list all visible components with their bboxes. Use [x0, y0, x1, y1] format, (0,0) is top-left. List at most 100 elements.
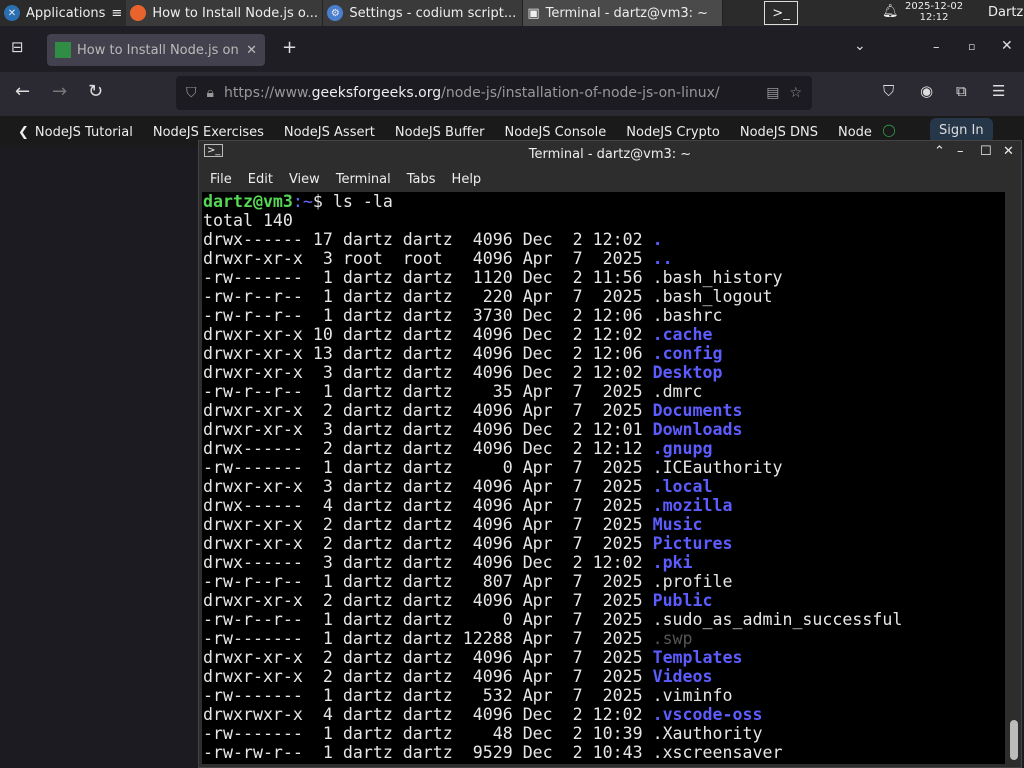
- gfg-favicon: [55, 42, 71, 58]
- listing-row: drwx------ 17 dartz dartz 4096 Dec 2 12:…: [203, 230, 663, 249]
- reader-icon[interactable]: ▤: [766, 85, 779, 101]
- extensions-icon[interactable]: ⧉: [956, 82, 967, 100]
- nav-link[interactable]: NodeJS Exercises: [153, 125, 264, 140]
- file-name: .local: [652, 477, 713, 496]
- menu-help[interactable]: Help: [452, 172, 482, 187]
- nav-link[interactable]: NodeJS Console: [505, 125, 607, 140]
- file-name: .vscode-oss: [652, 705, 763, 724]
- terminal-window: >_ Terminal - dartz@vm3: ~ ⌃ – ☐ ✕ File …: [198, 140, 1022, 768]
- bell-icon[interactable]: 🔔︎: [882, 4, 899, 19]
- user-menu[interactable]: Dartz: [988, 5, 1023, 20]
- nav-link[interactable]: Node: [838, 125, 872, 140]
- file-name: ..: [652, 249, 673, 268]
- file-meta: drwx------ 4 dartz dartz 4096 Apr 7 2025: [203, 496, 653, 515]
- listing-row: drwxr-xr-x 3 root root 4096 Apr 7 2025 .…: [203, 249, 673, 268]
- menu-icon[interactable]: ☰: [992, 82, 1005, 100]
- listing-row: -rw-r--r-- 1 dartz dartz 807 Apr 7 2025 …: [203, 572, 733, 591]
- file-meta: -rw------- 1 dartz dartz 1120 Dec 2 11:5…: [203, 268, 653, 287]
- terminal-titlebar[interactable]: >_ Terminal - dartz@vm3: ~ ⌃ – ☐ ✕: [199, 141, 1021, 167]
- listing-row: -rw-r--r-- 1 dartz dartz 3730 Dec 2 12:0…: [203, 306, 723, 325]
- file-name: .pki: [652, 553, 693, 572]
- terminal-icon: >_: [204, 144, 224, 157]
- file-name: .sudo_as_admin_successful: [652, 610, 903, 629]
- menu-view[interactable]: View: [289, 172, 320, 187]
- nav-link[interactable]: NodeJS Buffer: [395, 125, 485, 140]
- browser-window: ⊟ How to Install Node.js on ✕ + ⌄ – ▫ ✕ ←…: [0, 26, 1024, 148]
- listing-row: drwxr-xr-x 3 dartz dartz 4096 Apr 7 2025…: [203, 477, 713, 496]
- menu-tabs[interactable]: Tabs: [407, 172, 436, 187]
- pocket-icon[interactable]: ⛉: [883, 82, 894, 100]
- scrollbar-thumb[interactable]: [1010, 720, 1018, 760]
- lock-icon: 🔒︎: [206, 85, 214, 101]
- file-meta: drwxr-xr-x 3 dartz dartz 4096 Dec 2 12:0…: [203, 363, 653, 382]
- file-name: .gnupg: [652, 439, 713, 458]
- nav-link[interactable]: NodeJS Tutorial: [35, 125, 133, 140]
- star-icon[interactable]: ☆: [789, 85, 802, 101]
- file-meta: drwx------ 2 dartz dartz 4096 Dec 2 12:1…: [203, 439, 653, 458]
- listing-row: drwxr-xr-x 13 dartz dartz 4096 Dec 2 12:…: [203, 344, 723, 363]
- file-meta: drwxr-xr-x 3 root root 4096 Apr 7 2025: [203, 249, 653, 268]
- listing-row: drwxrwxr-x 4 dartz dartz 4096 Dec 2 12:0…: [203, 705, 762, 724]
- listing-row: drwx------ 4 dartz dartz 4096 Apr 7 2025…: [203, 496, 733, 515]
- file-meta: -rw-r--r-- 1 dartz dartz 3730 Dec 2 12:0…: [203, 306, 653, 325]
- applications-menu[interactable]: ✕ Applications ≡: [0, 0, 126, 26]
- file-meta: drwx------ 3 dartz dartz 4096 Dec 2 12:0…: [203, 553, 653, 572]
- file-name: .bash_history: [652, 268, 783, 287]
- terminal-output[interactable]: dartz@vm3:~$ ls -la total 140 drwx------…: [202, 192, 1005, 764]
- browser-tab[interactable]: How to Install Node.js on ✕: [47, 34, 265, 66]
- shade-icon[interactable]: ⌃: [934, 144, 945, 159]
- minimize-icon[interactable]: –: [957, 144, 964, 159]
- scrollbar[interactable]: [1007, 192, 1021, 764]
- file-meta: drwxr-xr-x 2 dartz dartz 4096 Apr 7 2025: [203, 591, 653, 610]
- nav-link[interactable]: NodeJS Assert: [284, 125, 375, 140]
- file-name: Public: [652, 591, 713, 610]
- menu-file[interactable]: File: [210, 172, 232, 187]
- close-tab-icon[interactable]: ✕: [246, 43, 257, 58]
- tab-overview-icon[interactable]: ⊟: [11, 38, 24, 56]
- maximize-icon[interactable]: ☐: [980, 144, 992, 159]
- xfce-icon: ✕: [4, 5, 20, 21]
- reload-icon[interactable]: ↻: [88, 81, 103, 102]
- menu-terminal[interactable]: Terminal: [336, 172, 391, 187]
- file-name: .xscreensaver: [652, 743, 783, 762]
- nav-link[interactable]: NodeJS DNS: [740, 125, 818, 140]
- nav-link[interactable]: NodeJS Crypto: [626, 125, 720, 140]
- file-name: Downloads: [652, 420, 743, 439]
- close-icon[interactable]: ✕: [1003, 144, 1014, 159]
- file-meta: drwxrwxr-x 4 dartz dartz 4096 Dec 2 12:0…: [203, 705, 653, 724]
- close-icon[interactable]: ✕: [1001, 38, 1013, 54]
- forward-icon[interactable]: →: [52, 81, 67, 102]
- clock[interactable]: 2025-12-02 12:12: [905, 1, 963, 23]
- total-line: total 140: [203, 211, 293, 230]
- new-tab-icon[interactable]: +: [282, 37, 297, 58]
- file-name: .config: [652, 344, 723, 363]
- listing-row: drwx------ 3 dartz dartz 4096 Dec 2 12:0…: [203, 553, 693, 572]
- nav-left-icon[interactable]: ❮: [18, 125, 29, 140]
- terminal-icon: ▣: [527, 5, 540, 21]
- terminal-icon: >_: [772, 5, 790, 21]
- file-name: .swp: [652, 629, 693, 648]
- terminal-menubar: File Edit View Terminal Tabs Help: [199, 167, 1021, 191]
- file-meta: -rw------- 1 dartz dartz 12288 Apr 7 202…: [203, 629, 653, 648]
- chevron-down-icon[interactable]: ⌄: [854, 38, 866, 54]
- url-bar[interactable]: ⛉ 🔒︎ https://www.geeksforgeeks.org/node-js…: [176, 76, 812, 110]
- listing-row: -rw------- 1 dartz dartz 1120 Dec 2 11:5…: [203, 268, 782, 287]
- prompt-line: dartz@vm3:~$ ls -la: [203, 192, 393, 211]
- taskbar-window-firefox[interactable]: How to Install Node.js o...: [126, 0, 324, 26]
- minimize-icon[interactable]: –: [933, 40, 940, 55]
- taskbar-window-codium[interactable]: ⚙ Settings - codium script...: [323, 0, 524, 26]
- file-name: Documents: [652, 401, 743, 420]
- menu-edit[interactable]: Edit: [248, 172, 273, 187]
- account-icon[interactable]: ◉: [920, 82, 933, 100]
- workspace-switcher[interactable]: >_: [764, 1, 798, 25]
- file-name: Music: [652, 515, 703, 534]
- back-icon[interactable]: ←: [15, 81, 30, 102]
- search-icon[interactable]: ○: [882, 120, 896, 139]
- file-meta: drwx------ 17 dartz dartz 4096 Dec 2 12:…: [203, 230, 653, 249]
- listing-row: -rw-rw-r-- 1 dartz dartz 9529 Dec 2 10:4…: [203, 743, 782, 762]
- file-meta: drwxr-xr-x 2 dartz dartz 4096 Apr 7 2025: [203, 515, 653, 534]
- file-meta: -rw-r--r-- 1 dartz dartz 220 Apr 7 2025: [203, 287, 653, 306]
- file-name: .ICEauthority: [652, 458, 783, 477]
- taskbar-window-terminal[interactable]: ▣ Terminal - dartz@vm3: ~: [523, 0, 724, 26]
- maximize-icon[interactable]: ▫: [968, 40, 975, 53]
